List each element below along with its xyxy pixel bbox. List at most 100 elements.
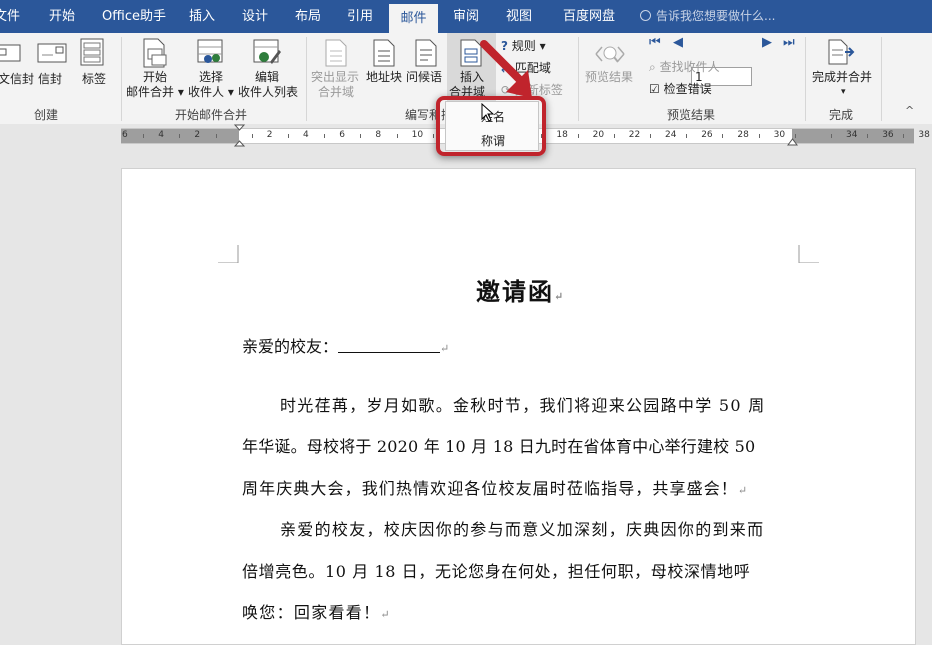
group-separator [306,37,307,121]
select-recipients-line1[interactable]: 选择 [199,69,223,85]
group-separator [578,37,579,121]
title-text: 邀请函 [476,277,554,306]
indent-marker-icon[interactable] [234,124,246,148]
paragraph-mark: ↵ [737,484,749,497]
select-recipients-icon [197,39,223,63]
ruler-number: 6 [122,130,128,140]
tab-mailings[interactable]: 邮件 [389,4,438,33]
ruler-number: 8 [375,130,382,140]
tell-me-search[interactable]: 告诉我您想要做什么... [640,0,775,33]
ruler-tick [577,134,579,138]
edit-recipient-list-icon [253,39,281,64]
body-line-1: 时光荏苒，岁月如歌。金秋时节，我们将迎来公园路中学 50 周 [280,396,766,415]
ruler-number: 2 [194,130,201,140]
find-recipient-label: 查找收件人 [659,60,720,74]
start-mail-merge-icon [143,38,167,68]
group-separator [805,37,806,121]
ruler-tick [324,134,326,138]
mouse-cursor-icon [481,103,495,122]
address-block-button[interactable]: 地址块 [366,69,402,85]
ruler-number: 36 [882,130,894,140]
ruler-number: 26 [701,130,713,140]
tab-design[interactable]: 设计 [233,0,277,33]
ruler-tick [143,134,145,138]
ruler-number: 10 [411,130,424,140]
greeting-line-button[interactable]: 问候语 [406,69,442,85]
salutation-text: 亲爱的校友： [242,337,339,356]
preview-results-button[interactable]: 预览结果 [585,69,633,85]
finish-merge-icon [828,39,855,65]
tab-insert[interactable]: 插入 [180,0,224,33]
envelopes-button[interactable]: 信封 [38,71,62,87]
highlight-merge-fields-icon [325,39,347,67]
ruler-number: 34 [846,130,858,140]
start-mail-merge-label: 邮件合并 [126,85,175,99]
name-underline [338,338,441,353]
tab-layout[interactable]: 布局 [286,0,330,33]
start-mail-merge-button-line1[interactable]: 开始 [143,69,167,85]
group-label-finish: 完成 [829,108,854,122]
group-separator [121,37,122,121]
body-line-4: 亲爱的校友，校庆因你的参与而意义加深刻，庆典因你的到来而 [280,520,765,539]
tab-review[interactable]: 审阅 [444,0,488,33]
document-page[interactable]: 邀请函 ↵ 亲爱的校友： ↵ 时光荏苒，岁月如歌。金秋时节，我们将迎来公园路中学 5… [121,168,916,645]
ruler-tick [903,134,905,138]
body-line-2: 年华诞。母校将于 2020 年 10 月 18 日九时在省体育中心举行建校 50 [242,437,756,456]
labels-button[interactable]: 标签 [82,71,106,87]
ruler-tick [287,134,289,138]
paragraph-mark: ↵ [440,342,450,355]
highlight-merge-fields-line2[interactable]: 合并域 [318,84,354,100]
ribbon-tab-bar: 文件 开始 Office助手 插入 设计 布局 引用 邮件 审阅 视图 百度网盘… [0,0,932,33]
group-label-start-mail-merge: 开始邮件合并 [175,108,248,122]
find-recipient-button[interactable]: ⌕ 查找收件人 [649,58,720,76]
left-margin-corner [218,245,239,263]
red-arrow-annotation-icon [480,40,532,98]
highlight-merge-fields-button[interactable]: 突出显示 [311,69,359,85]
ruler-number: 4 [303,130,309,140]
previous-record-icon[interactable]: ◀ [673,35,683,50]
ruler-number: 30 [773,130,786,140]
paragraph-mark: ↵ [380,608,391,621]
body-line-3-text: 周年庆典大会，我们热情欢迎各位校友届时莅临指导，共享盛会！ [242,479,738,498]
ruler-number: 20 [592,130,605,140]
check-errors-button[interactable]: ☑ 检查错误 [649,80,712,98]
ruler-tick [649,134,651,138]
ruler-number: 22 [628,130,641,140]
ruler-number: 28 [737,130,749,140]
body-line-6-text: 唤您：回家看看！ [242,603,381,622]
first-record-icon[interactable]: ⏮ [649,35,661,50]
ruler-tick [830,134,832,138]
labels-icon [80,38,104,66]
ruler-tick [722,134,724,138]
select-recipients-button[interactable]: 收件人 ▾ [188,84,234,100]
last-record-icon[interactable]: ⏭ [783,35,795,50]
edit-recipient-list-button[interactable]: 收件人列表 [238,84,298,100]
chinese-envelope-button[interactable]: 中文信封 [0,71,34,87]
tab-home[interactable]: 开始 [40,0,84,33]
right-indent-marker-icon[interactable] [787,135,799,147]
tab-file[interactable]: 文件 [0,0,22,33]
address-block-icon [373,39,395,67]
group-label-preview: 预览结果 [667,108,716,122]
start-mail-merge-button[interactable]: 邮件合并 ▾ [126,84,184,100]
ruler-tick [215,134,217,138]
select-recipients-label: 收件人 [188,85,225,99]
ruler-number: 38 [918,130,930,140]
check-errors-label: 检查错误 [663,82,712,96]
tab-baidu-netdisk[interactable]: 百度网盘 [553,0,625,33]
edit-recipient-list-line1[interactable]: 编辑 [255,69,279,85]
tab-references[interactable]: 引用 [338,0,382,33]
finish-merge-chevron-icon[interactable]: ▾ [841,84,846,100]
body-line-6: 唤您：回家看看！↵ [242,599,391,623]
envelope-icon [37,43,67,63]
ruler-number: 4 [158,130,164,140]
collapse-ribbon-icon[interactable]: ^ [905,103,914,119]
ruler-number: 6 [339,130,345,140]
next-record-icon[interactable]: ▶ [762,35,772,50]
chinese-envelope-icon [0,44,21,62]
ruler-number: 24 [665,130,677,140]
greeting-line-icon [415,39,437,67]
finish-merge-button[interactable]: 完成并合并 [812,69,872,85]
tab-office-assistant[interactable]: Office助手 [96,0,172,33]
tab-view[interactable]: 视图 [497,0,541,33]
